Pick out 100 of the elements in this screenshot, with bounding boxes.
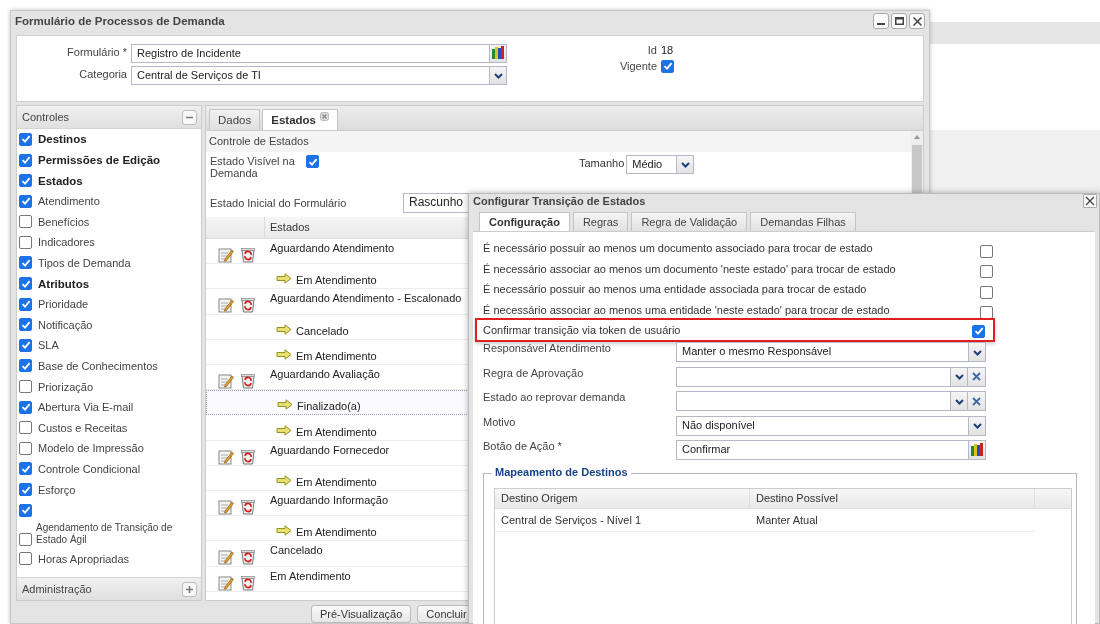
tab[interactable]: Dados xyxy=(209,109,261,131)
checkbox[interactable] xyxy=(19,503,32,517)
checkbox[interactable] xyxy=(19,483,32,496)
delete-button[interactable] xyxy=(240,499,256,515)
checkbox-label: Notificação xyxy=(38,318,93,331)
edit-button[interactable] xyxy=(218,373,234,390)
table-row[interactable]: Central de Serviços - Nível 1 Manter Atual xyxy=(495,508,1035,532)
checkbox[interactable] xyxy=(19,153,32,167)
delete-button[interactable] xyxy=(240,448,256,465)
dropdown-field[interactable] xyxy=(676,366,986,387)
dropdown-field[interactable]: Central de Serviços de TI xyxy=(131,65,507,85)
checkbox[interactable] xyxy=(19,400,32,414)
close-icon xyxy=(912,16,922,26)
dropdown-button[interactable] xyxy=(968,343,985,361)
edit-button[interactable] xyxy=(218,499,234,515)
checkbox[interactable] xyxy=(19,421,32,435)
dropdown-button[interactable] xyxy=(489,66,506,84)
checkbox-label: Prioridade xyxy=(38,298,89,311)
field-label: Categoria xyxy=(78,66,128,80)
lookup-button[interactable] xyxy=(489,44,506,62)
checkbox[interactable] xyxy=(19,215,32,229)
lookup-field[interactable]: Registro de Incidente xyxy=(131,43,507,63)
checkbox[interactable] xyxy=(972,324,985,338)
delete-button[interactable] xyxy=(240,574,256,591)
chevron-down-icon xyxy=(970,420,984,431)
dropdown-field[interactable] xyxy=(676,391,986,411)
delete-button[interactable] xyxy=(240,297,256,314)
checkbox[interactable] xyxy=(19,297,32,311)
state-name: Aguardando Atendimento - Escalonado xyxy=(269,291,462,305)
checkbox[interactable] xyxy=(19,174,32,188)
checkbox[interactable] xyxy=(19,338,32,352)
transition-name: Cancelado xyxy=(295,324,349,337)
checkbox[interactable] xyxy=(980,285,993,299)
chevron-down-icon xyxy=(952,371,966,382)
checkbox[interactable] xyxy=(19,277,32,291)
field-label: Formulário * xyxy=(66,44,128,58)
checkbox[interactable] xyxy=(19,552,32,566)
tab[interactable]: Estados xyxy=(262,109,338,131)
dropdown-button[interactable] xyxy=(676,156,694,174)
checkbox-label: Custos e Receitas xyxy=(38,421,128,434)
checkbox-label: Benefícios xyxy=(38,215,90,228)
checkbox-label: É necessário possuir ao menos uma entidade associada para trocar de estado xyxy=(483,283,867,296)
transition-name: Em Atendimento xyxy=(295,526,377,539)
delete-button[interactable] xyxy=(240,549,256,566)
field-label: Estado Inicial do Formulário xyxy=(210,197,348,210)
checkbox[interactable] xyxy=(306,155,319,169)
checkbox[interactable] xyxy=(19,533,32,547)
checkbox[interactable] xyxy=(19,235,32,249)
state-name: Aguardando Informação xyxy=(269,493,389,506)
close-button[interactable] xyxy=(1083,194,1097,208)
tab[interactable]: Regra de Validação xyxy=(631,212,748,231)
expand-button[interactable] xyxy=(182,581,197,597)
plus-icon xyxy=(185,584,194,594)
lookup-button[interactable] xyxy=(968,441,985,459)
checkbox[interactable] xyxy=(19,380,32,394)
dropdown-field[interactable]: Manter o mesmo Responsável xyxy=(676,342,986,362)
checkbox[interactable] xyxy=(19,318,32,332)
state-name: Em Atendimento xyxy=(269,568,351,582)
checkbox-label: Indicadores xyxy=(38,236,95,249)
dropdown-button[interactable] xyxy=(950,392,967,410)
dropdown-button[interactable] xyxy=(968,416,985,435)
clear-button[interactable] xyxy=(967,392,985,410)
edit-button[interactable] xyxy=(218,448,234,465)
transition-name: Em Atendimento xyxy=(295,476,377,488)
delete-button[interactable] xyxy=(240,373,256,390)
checkbox[interactable] xyxy=(19,441,32,455)
checkbox-label: Abertura Via E-mail xyxy=(38,401,134,414)
edit-button[interactable] xyxy=(218,247,234,264)
checkbox[interactable] xyxy=(19,132,32,146)
tab[interactable]: Configuração xyxy=(479,212,570,231)
checkbox[interactable] xyxy=(19,194,32,208)
tab[interactable]: Demandas Filhas xyxy=(750,212,856,231)
edit-button[interactable] xyxy=(218,574,234,591)
collapse-button[interactable] xyxy=(182,109,197,125)
checkbox-label: Agendamento de Transição de Estado Ágil xyxy=(36,522,174,547)
dropdown-button[interactable] xyxy=(950,367,967,386)
checkbox[interactable] xyxy=(980,244,993,258)
minimize-button[interactable] xyxy=(873,13,889,30)
close-button[interactable] xyxy=(909,13,925,30)
checkbox[interactable] xyxy=(980,265,993,279)
dropdown-field[interactable]: Médio xyxy=(626,155,695,175)
clear-button[interactable] xyxy=(967,367,985,386)
footer-button[interactable]: Pré-Visualização xyxy=(311,605,412,623)
lookup-field[interactable]: Confirmar xyxy=(676,440,986,460)
checkbox[interactable] xyxy=(661,59,674,73)
checkbox[interactable] xyxy=(19,256,32,270)
delete-button[interactable] xyxy=(240,247,256,264)
checkbox[interactable] xyxy=(19,462,32,476)
dropdown-field[interactable]: Não disponível xyxy=(676,415,986,436)
state-name: Aguardando Atendimento xyxy=(269,241,395,255)
tab[interactable]: Regras xyxy=(572,212,629,231)
field-label: Estado ao reprovar demanda xyxy=(483,391,627,403)
table-cell-text: Central de Serviços - Nível 1 xyxy=(500,512,642,528)
edit-button[interactable] xyxy=(218,549,234,566)
checkbox[interactable] xyxy=(19,359,32,373)
colored-bars-icon xyxy=(971,443,983,457)
edit-button[interactable] xyxy=(218,297,234,314)
maximize-button[interactable] xyxy=(891,13,907,30)
checkbox-label: É necessário possuir ao menos um documento associado para trocar de estado xyxy=(483,242,873,255)
field-label: Botão de Ação * xyxy=(483,440,563,452)
